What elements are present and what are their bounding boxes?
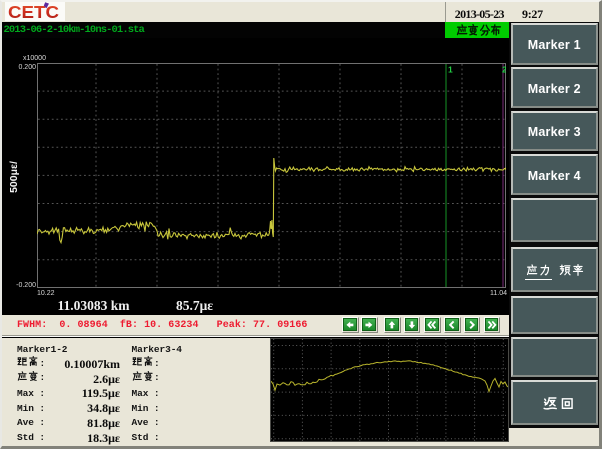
svg-text:1: 1	[448, 65, 453, 75]
svg-text:CETC: CETC	[8, 2, 59, 21]
svg-text:2: 2	[502, 65, 506, 75]
